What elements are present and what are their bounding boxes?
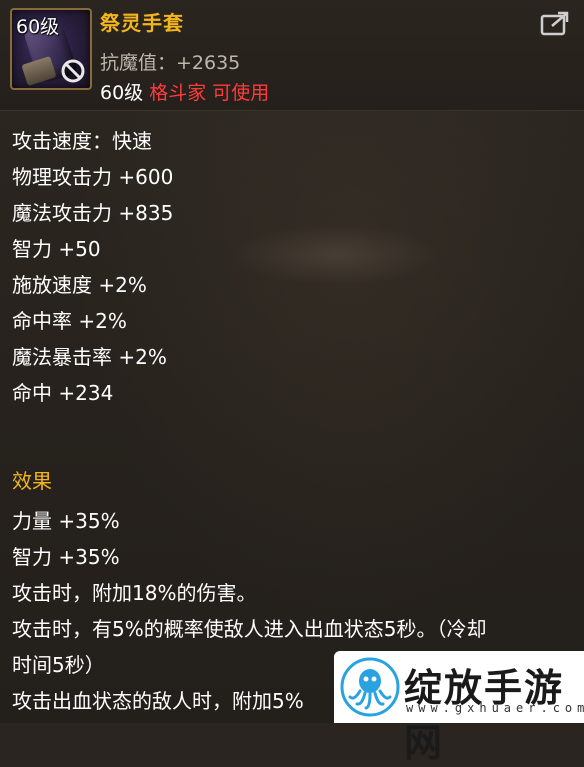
- effect-line: 智力 +35%: [12, 545, 120, 569]
- effects-heading: 效果: [12, 469, 52, 493]
- prohibited-icon: [61, 59, 85, 83]
- watermark-url: www.gxhuaer.com: [406, 701, 584, 715]
- gloves-cuff: [21, 55, 57, 87]
- item-requirement: 60级 格斗家 可使用: [100, 78, 269, 105]
- site-watermark: 绽放手游网 www.gxhuaer.com: [334, 651, 584, 765]
- item-resist-value: 抗魔值：+2635: [100, 52, 241, 74]
- item-level-badge: 60级: [16, 16, 60, 38]
- stat-line: 物理攻击力 +600: [12, 165, 174, 189]
- share-icon[interactable]: [540, 10, 572, 36]
- required-class: 格斗家 可使用: [149, 82, 270, 104]
- effect-line: 攻击时，附加18%的伤害。: [12, 581, 257, 605]
- tooltip-header: 60级 祭灵手套 抗魔值：+2635 60级 格斗家 可使用: [0, 0, 584, 111]
- stat-line: 魔法暴击率 +2%: [12, 345, 167, 369]
- required-level: 60级: [100, 82, 144, 104]
- effect-line: 攻击时，有5%的概率使敌人进入出血状态5秒。（冷却: [12, 617, 487, 641]
- octopus-logo-icon: [340, 657, 400, 717]
- stat-line: 魔法攻击力 +835: [12, 201, 174, 225]
- stat-line: 施放速度 +2%: [12, 273, 147, 297]
- effect-line: 力量 +35%: [12, 509, 120, 533]
- stat-line: 智力 +50: [12, 237, 101, 261]
- stat-line: 攻击速度：快速: [12, 129, 152, 153]
- item-slot[interactable]: 60级: [10, 8, 92, 90]
- item-tooltip: 60级 祭灵手套 抗魔值：+2635 60级 格斗家 可使用 攻击速度：快速 物…: [0, 0, 584, 765]
- item-name: 祭灵手套: [100, 11, 184, 35]
- stat-line: 命中率 +2%: [12, 309, 127, 333]
- background-decoration: [230, 225, 440, 285]
- stat-line: 命中 +234: [12, 381, 114, 405]
- item-stats: 攻击速度：快速 物理攻击力 +600 魔法攻击力 +835 智力 +50 施放速…: [12, 126, 173, 414]
